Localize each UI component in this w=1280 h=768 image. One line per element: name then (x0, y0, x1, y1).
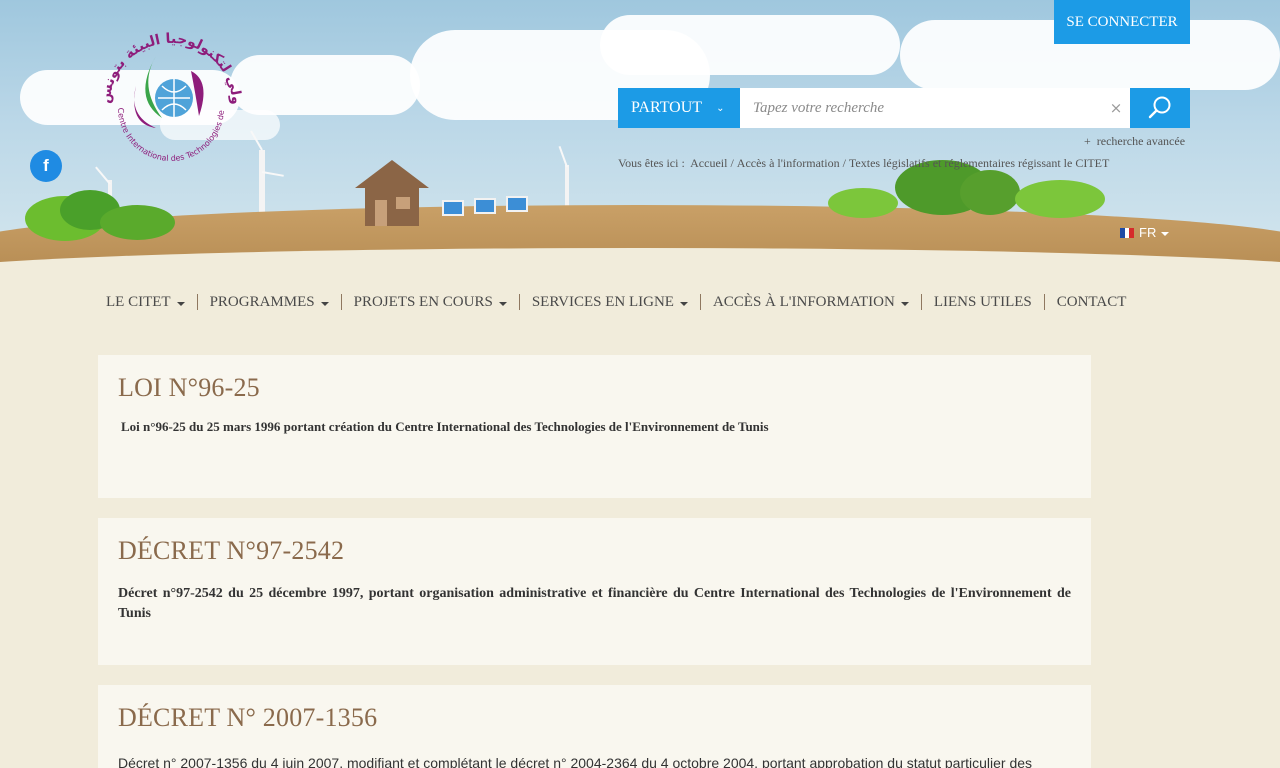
nav-item-services[interactable]: SERVICES EN LIGNE (520, 294, 701, 310)
solar-panel-icon (506, 196, 528, 212)
card-text: Loi n°96-25 du 25 mars 1996 portant créa… (121, 419, 769, 434)
breadcrumb-access-info[interactable]: Accès à l'information (737, 156, 840, 170)
advanced-search-label: recherche avancée (1096, 134, 1186, 148)
nav-item-programmes[interactable]: PROGRAMMES (198, 294, 342, 310)
bush (960, 170, 1020, 215)
plus-icon: + (1084, 134, 1091, 148)
search-scope-dropdown[interactable]: PARTOUT ⌄ (618, 88, 740, 128)
nav-label: LE CITET (106, 294, 171, 310)
cloud (230, 55, 420, 115)
chevron-down-icon: ⌄ (716, 102, 725, 114)
caret-down-icon (498, 301, 507, 306)
nav-item-liens-utiles[interactable]: LIENS UTILES (922, 294, 1045, 310)
breadcrumb-prefix: Vous êtes ici : (618, 156, 685, 170)
card-title[interactable]: DÉCRET N° 2007-1356 (118, 703, 1071, 733)
breadcrumb-current: Textes législatifs et réglementaires rég… (848, 156, 1110, 170)
nav-label: PROGRAMMES (209, 294, 315, 310)
bush (828, 188, 898, 218)
house-icon (355, 160, 429, 226)
advanced-search-link[interactable]: + recherche avancée (1084, 134, 1185, 149)
card-title[interactable]: LOI N°96-25 (118, 373, 1071, 403)
card-title[interactable]: DÉCRET N°97-2542 (118, 536, 1071, 566)
clear-icon[interactable]: × (1102, 88, 1130, 128)
chevron-down-icon (1161, 232, 1170, 236)
caret-down-icon (320, 301, 329, 306)
nav-label: CONTACT (1056, 294, 1127, 310)
cloud (600, 15, 900, 75)
document-card: DÉCRET N°97-2542 Décret n°97-2542 du 25 … (98, 518, 1091, 665)
nav-item-acces-information[interactable]: ACCÈS À L'INFORMATION (701, 294, 922, 310)
nav-label: SERVICES EN LIGNE (531, 294, 674, 310)
france-flag-icon (1120, 227, 1135, 238)
ground-curve (0, 248, 1280, 280)
document-card: LOI N°96-25 Loi n°96-25 du 25 mars 1996 … (98, 355, 1091, 498)
breadcrumb: Vous êtes ici : Accueil / Accès à l'inform… (618, 156, 1110, 170)
search-button[interactable] (1130, 88, 1190, 128)
nav-item-contact[interactable]: CONTACT (1045, 294, 1139, 310)
nav-item-projets[interactable]: PROJETS EN COURS (342, 294, 520, 310)
search-icon (1148, 96, 1171, 119)
caret-down-icon (176, 301, 185, 306)
nav-item-le-citet[interactable]: LE CITET (94, 294, 198, 310)
main-nav: LE CITET PROGRAMMES PROJETS EN COURS SER… (94, 294, 1138, 310)
citet-logo[interactable]: المركز الدولي لتكنولوجيا البيئة بتونس Ce… (90, 14, 246, 172)
language-label: FR (1139, 225, 1157, 240)
nav-label: ACCÈS À L'INFORMATION (712, 294, 895, 310)
search-bar: PARTOUT ⌄ × (618, 88, 1190, 128)
nav-label: PROJETS EN COURS (353, 294, 493, 310)
bush (100, 205, 175, 240)
search-scope-label: PARTOUT (631, 99, 703, 116)
facebook-icon[interactable]: f (30, 150, 62, 182)
card-text: Décret n° 2007-1356 du 4 juin 2007, modi… (118, 755, 1033, 768)
card-text: Décret n°97-2542 du 25 décembre 1997, po… (118, 586, 1071, 621)
caret-down-icon (679, 301, 688, 306)
breadcrumb-home[interactable]: Accueil (690, 156, 727, 170)
nav-label: LIENS UTILES (933, 294, 1032, 310)
solar-panel-icon (474, 198, 496, 214)
caret-down-icon (900, 301, 909, 306)
solar-panel-icon (442, 200, 464, 216)
bush (1015, 180, 1105, 218)
login-button[interactable]: SE CONNECTER (1054, 0, 1190, 44)
language-selector[interactable]: FR (1120, 225, 1170, 240)
document-card: DÉCRET N° 2007-1356 Décret n° 2007-1356 … (98, 685, 1091, 768)
search-input[interactable] (740, 88, 1102, 128)
